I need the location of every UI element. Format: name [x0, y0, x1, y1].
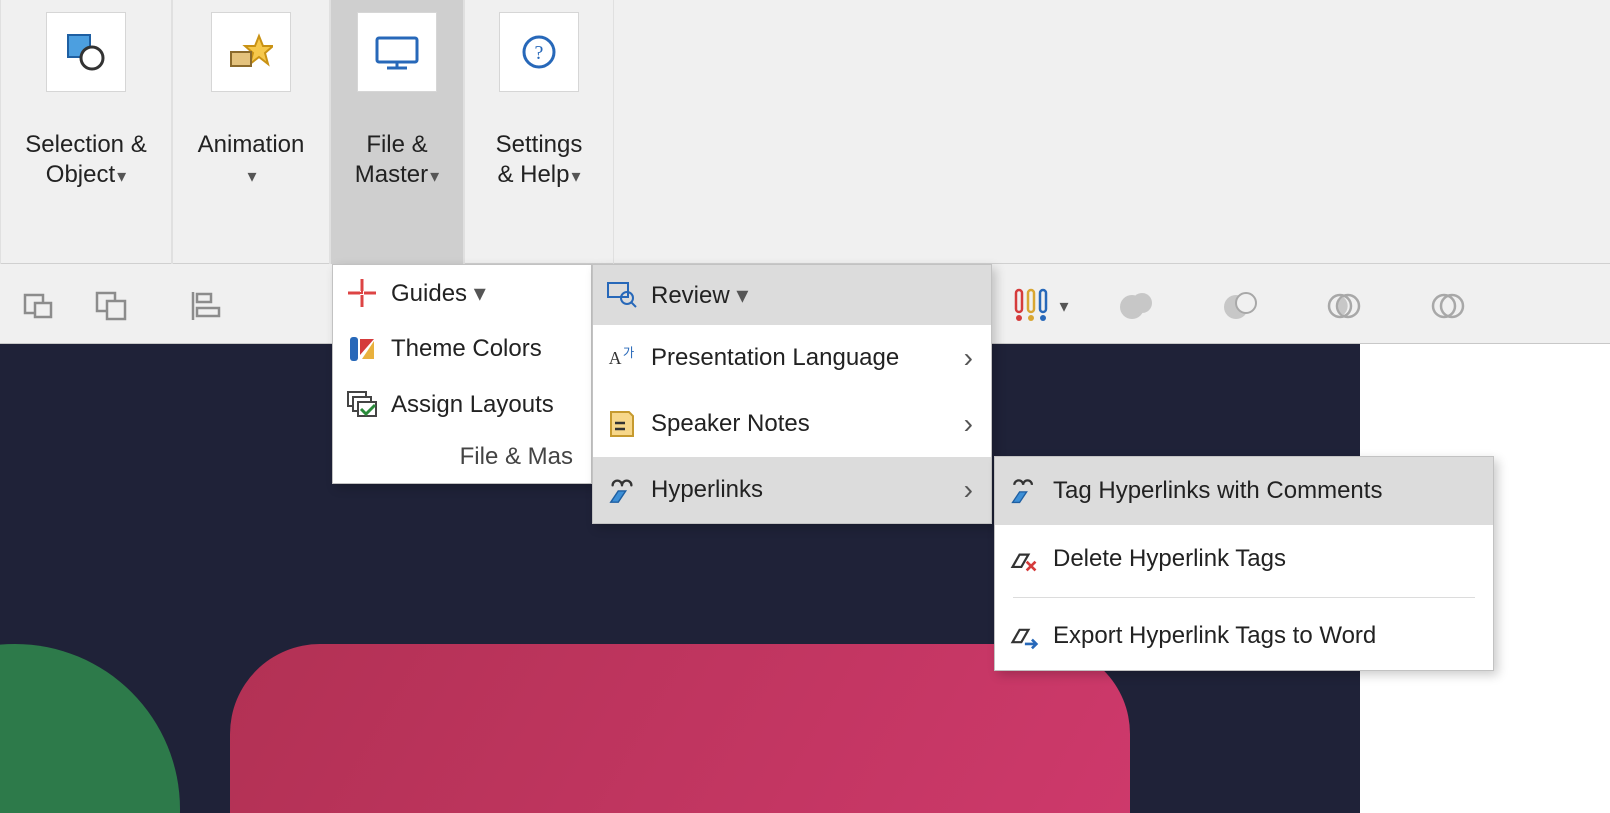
qat-button-1[interactable] [14, 284, 66, 328]
intersect-icon [1326, 289, 1362, 323]
ribbon-group-label: File & Master▾ [331, 100, 463, 190]
menu-hyperlinks: Tag Hyperlinks with Comments Delete Hype… [994, 456, 1494, 671]
menu-file-master: Guides Theme Colors Assign Layouts File … [332, 264, 592, 484]
ribbon-group-label: Settings & Help▾ [465, 100, 613, 190]
chevron-down-icon: ▾ [430, 165, 439, 188]
qat-button-3[interactable] [180, 284, 232, 328]
settings-help-icon-box: ? [499, 12, 579, 92]
menu-footer-label: File & Mas [333, 433, 591, 483]
menu-item-label: Export Hyperlink Tags to Word [1053, 622, 1376, 650]
qat-button-blob4[interactable] [1422, 284, 1474, 328]
menu-separator [1013, 597, 1475, 598]
animation-star-icon [229, 32, 273, 72]
menu-item-guides[interactable]: Guides [333, 265, 591, 321]
ribbon-group-file-master[interactable]: File & Master▾ [330, 0, 464, 264]
menu-item-label: Delete Hyperlink Tags [1053, 545, 1286, 573]
menu-item-label: Tag Hyperlinks with Comments [1053, 477, 1382, 505]
ribbon-group-label: Selection & Object▾ [1, 100, 171, 190]
menu-item-presentation-language[interactable]: A가 Presentation Language [593, 325, 991, 391]
guides-icon [347, 279, 377, 307]
menu-item-assign-layouts[interactable]: Assign Layouts [333, 377, 591, 433]
menu-item-tag-hyperlinks[interactable]: Tag Hyperlinks with Comments [995, 457, 1493, 525]
tag-export-icon [1009, 621, 1039, 651]
ribbon: Selection & Object▾ Animation▾ [0, 0, 1610, 264]
ribbon-group-animation[interactable]: Animation▾ [172, 0, 330, 264]
qat-button-2[interactable] [86, 284, 138, 328]
menu-item-label: Hyperlinks [651, 476, 763, 504]
menu-item-label: Guides [391, 279, 486, 308]
svg-text:?: ? [535, 42, 544, 64]
monitor-icon [373, 32, 421, 72]
svg-text:가: 가 [623, 346, 634, 360]
menu-header-review[interactable]: Review [593, 265, 991, 325]
chevron-down-icon: ▾ [572, 165, 581, 188]
venn-icon [1430, 289, 1466, 323]
menu-item-label: Presentation Language [651, 344, 899, 372]
help-icon: ? [519, 32, 559, 72]
svg-text:A: A [609, 348, 622, 368]
assign-layouts-icon [347, 391, 377, 419]
language-icon: A가 [607, 343, 637, 373]
ribbon-group-label: Animation▾ [173, 100, 329, 190]
tag-delete-icon [1009, 544, 1039, 574]
overlap-grey-icon [95, 291, 129, 321]
blob-icon [1118, 289, 1154, 323]
shapes-icon [64, 32, 108, 72]
menu-item-speaker-notes[interactable]: Speaker Notes [593, 391, 991, 457]
qat-button-blob3[interactable] [1318, 284, 1370, 328]
chevron-down-icon: ▾ [117, 165, 126, 188]
selection-object-icon-box [46, 12, 126, 92]
ribbon-group-settings-help[interactable]: ? Settings & Help▾ [464, 0, 614, 264]
menu-review: Review A가 Presentation Language Speaker … [592, 264, 992, 524]
menu-item-label: Speaker Notes [651, 410, 810, 438]
menu-item-label: Assign Layouts [391, 391, 554, 419]
qat-button-blob2[interactable] [1214, 284, 1266, 328]
menu-item-hyperlinks[interactable]: Hyperlinks [593, 457, 991, 523]
menu-item-label: Review [651, 281, 748, 310]
blob-outline-icon [1222, 289, 1258, 323]
shape-grey-icon [23, 291, 57, 321]
pens-icon [1011, 288, 1051, 324]
chevron-down-icon: ▾ [247, 165, 256, 188]
qat-button-pens[interactable]: ▾ [1000, 284, 1080, 328]
tag-comment-icon [1009, 476, 1039, 506]
ribbon-group-selection-object[interactable]: Selection & Object▾ [0, 0, 172, 264]
chevron-down-icon: ▾ [1059, 296, 1068, 317]
theme-colors-icon [347, 335, 377, 363]
menu-item-label: Theme Colors [391, 335, 542, 363]
animation-icon-box [211, 12, 291, 92]
speaker-notes-icon [607, 409, 637, 439]
menu-item-delete-tags[interactable]: Delete Hyperlink Tags [995, 525, 1493, 593]
align-grey-icon [189, 290, 223, 322]
menu-item-export-tags[interactable]: Export Hyperlink Tags to Word [995, 602, 1493, 670]
qat-button-blob1[interactable] [1110, 284, 1162, 328]
review-icon [607, 282, 637, 308]
hyperlink-icon [607, 475, 637, 505]
menu-item-theme-colors[interactable]: Theme Colors [333, 321, 591, 377]
slide-green-shape [0, 644, 180, 813]
file-master-icon-box [357, 12, 437, 92]
